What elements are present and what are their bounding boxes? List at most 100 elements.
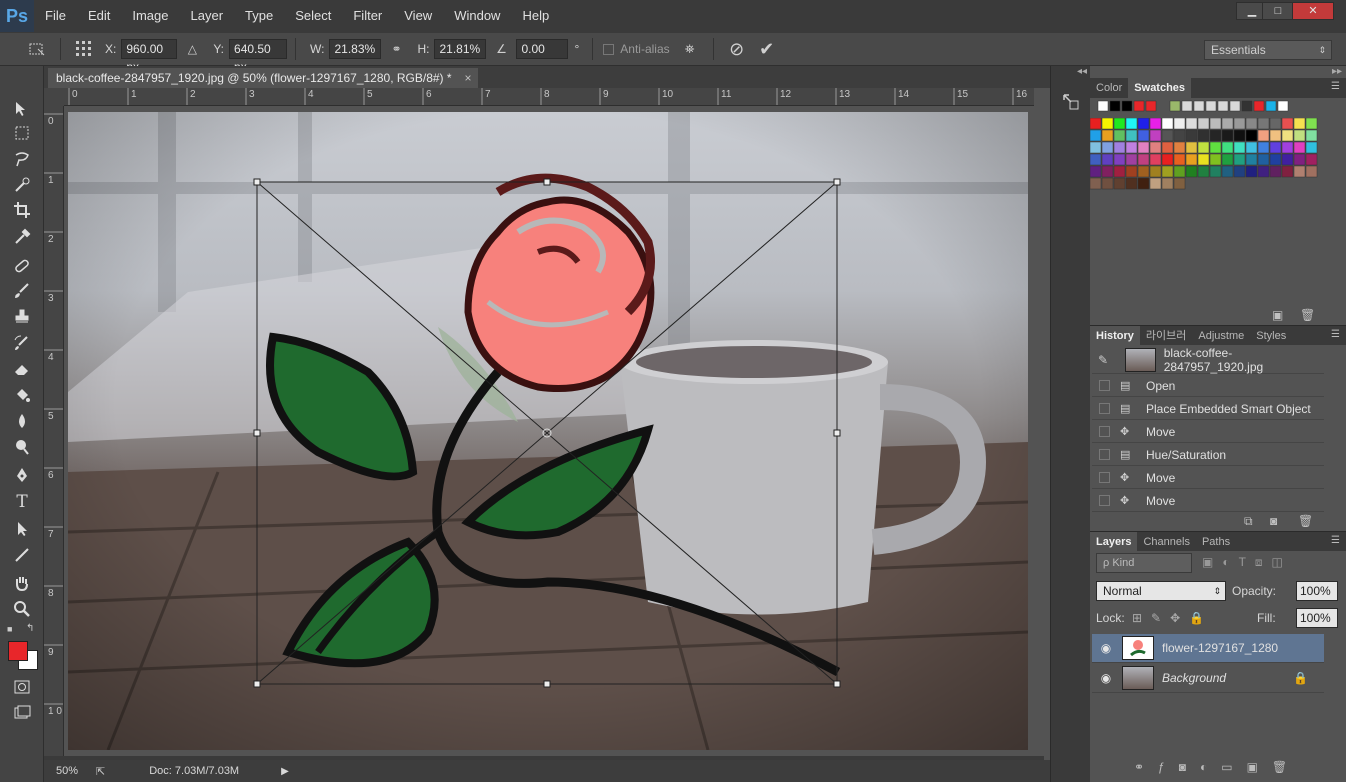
new-swatch-icon[interactable]: ▣ <box>1272 308 1283 322</box>
tab-channels[interactable]: Channels <box>1137 532 1195 551</box>
history-checkbox[interactable] <box>1099 472 1110 483</box>
menu-edit[interactable]: Edit <box>77 0 121 32</box>
collapse-arrows-icon[interactable]: ◂◂ <box>1077 66 1087 77</box>
panel-menu-icon[interactable]: ☰ <box>1331 329 1340 340</box>
y-field[interactable]: 640.50 px <box>229 39 288 74</box>
quick-mask-icon[interactable] <box>11 676 33 698</box>
history-checkbox[interactable] <box>1099 426 1110 437</box>
blur-tool-icon[interactable] <box>11 410 33 432</box>
pen-tool-icon[interactable] <box>11 464 33 486</box>
healing-brush-tool-icon[interactable] <box>11 255 33 277</box>
tab-adjustments[interactable]: Adjustme <box>1192 326 1250 345</box>
tab-layers[interactable]: Layers <box>1090 532 1138 551</box>
menu-layer[interactable]: Layer <box>180 0 235 32</box>
opacity-field[interactable]: 100% <box>1296 581 1338 601</box>
marquee-tool-icon[interactable] <box>11 122 33 144</box>
fill-field[interactable]: 100% <box>1296 608 1338 628</box>
history-state[interactable]: ✥ Move <box>1092 467 1324 489</box>
blend-mode-select[interactable]: Normal ⇕ <box>1096 581 1226 601</box>
height-field[interactable]: 21.81% <box>434 39 487 59</box>
new-document-from-state-icon[interactable]: ⧉ <box>1244 514 1253 529</box>
visibility-eye-icon[interactable]: ◉ <box>1092 641 1120 655</box>
path-select-tool-icon[interactable] <box>11 518 33 540</box>
transform-tool-icon[interactable] <box>26 38 48 60</box>
link-icon[interactable]: ⚭ <box>385 38 407 60</box>
document-tab[interactable]: black-coffee-2847957_1920.jpg @ 50% (flo… <box>48 68 478 88</box>
move-tool-icon[interactable] <box>11 98 33 120</box>
history-checkbox[interactable] <box>1099 403 1110 414</box>
foreground-color-swatch[interactable] <box>8 641 28 661</box>
menu-file[interactable]: File <box>34 0 77 32</box>
delta-icon[interactable]: △ <box>181 38 203 60</box>
tab-history[interactable]: History <box>1090 326 1140 345</box>
menu-view[interactable]: View <box>393 0 443 32</box>
paint-bucket-tool-icon[interactable] <box>11 384 33 406</box>
x-field[interactable]: 960.00 px <box>121 39 178 74</box>
lasso-tool-icon[interactable] <box>11 148 33 170</box>
stamp-tool-icon[interactable] <box>11 306 33 328</box>
antialias-checkbox[interactable] <box>603 43 615 55</box>
document-canvas[interactable] <box>68 112 1028 750</box>
quick-select-tool-icon[interactable] <box>11 174 33 196</box>
close-button[interactable]: ✕ <box>1292 2 1334 20</box>
history-snapshot[interactable]: ✎ black-coffee-2847957_1920.jpg <box>1092 346 1324 374</box>
canvas-area[interactable] <box>64 106 1034 756</box>
menu-filter[interactable]: Filter <box>342 0 393 32</box>
default-colors-icon[interactable]: ■ <box>7 624 12 634</box>
export-icon[interactable]: ⇱ <box>96 765 105 778</box>
visibility-eye-icon[interactable]: ◉ <box>1092 671 1120 685</box>
brush-tool-icon[interactable] <box>11 280 33 302</box>
history-brush-tool-icon[interactable] <box>11 332 33 354</box>
history-checkbox[interactable] <box>1099 449 1110 460</box>
eyedropper-tool-icon[interactable] <box>11 226 33 248</box>
zoom-level[interactable]: 50% <box>56 765 92 777</box>
hand-tool-icon[interactable] <box>11 572 33 594</box>
layer-filter-icons[interactable]: ▣◐T⧈◫ <box>1202 555 1292 570</box>
lock-icons[interactable]: ⊞✎✥🔒 <box>1132 611 1213 625</box>
tab-paths[interactable]: Paths <box>1196 532 1236 551</box>
expand-arrows-icon[interactable]: ▸▸ <box>1332 66 1342 77</box>
zoom-tool-icon[interactable] <box>11 598 33 620</box>
layer-filter-select[interactable]: ρ Kind <box>1096 553 1192 573</box>
properties-panel-icon[interactable] <box>1061 92 1083 114</box>
history-brush-icon[interactable]: ✎ <box>1098 353 1117 367</box>
panel-menu-icon[interactable]: ☰ <box>1331 81 1340 92</box>
menu-image[interactable]: Image <box>121 0 179 32</box>
tab-color[interactable]: Color <box>1090 78 1128 98</box>
layer-row[interactable]: ◉ flower-1297167_1280 <box>1092 634 1324 663</box>
history-state[interactable]: ✥ Move <box>1092 421 1324 443</box>
swap-colors-icon[interactable]: ↰ <box>26 623 34 634</box>
angle-field[interactable]: 0.00 <box>516 39 569 59</box>
layer-row[interactable]: ◉ Background 🔒 <box>1092 664 1324 693</box>
history-state[interactable]: ▤ Place Embedded Smart Object <box>1092 398 1324 420</box>
menu-type[interactable]: Type <box>234 0 284 32</box>
line-tool-icon[interactable] <box>11 544 33 566</box>
history-state[interactable]: ✥ Move <box>1092 490 1324 512</box>
tab-styles[interactable]: Styles <box>1250 326 1292 345</box>
crop-tool-icon[interactable] <box>11 199 33 221</box>
menu-window[interactable]: Window <box>443 0 511 32</box>
commit-transform-icon[interactable]: ✔ <box>756 38 778 60</box>
status-menu-arrow-icon[interactable]: ▶ <box>281 766 289 777</box>
layers-footer-icons[interactable]: ⚭ƒ◙◐▭▣🗑 <box>1134 760 1301 774</box>
panel-menu-icon[interactable]: ☰ <box>1331 535 1340 546</box>
history-checkbox[interactable] <box>1099 495 1110 506</box>
maximize-button[interactable]: □ <box>1262 2 1294 20</box>
dodge-tool-icon[interactable] <box>11 436 33 458</box>
menu-select[interactable]: Select <box>284 0 342 32</box>
swatch-grid[interactable] <box>1089 100 1320 240</box>
history-state[interactable]: ▤ Open <box>1092 375 1324 397</box>
type-tool-icon[interactable]: T <box>11 491 33 513</box>
swatch-rows[interactable] <box>1089 117 1320 209</box>
history-checkbox[interactable] <box>1099 380 1110 391</box>
history-state[interactable]: ▤ Hue/Saturation <box>1092 444 1324 466</box>
width-field[interactable]: 21.83% <box>329 39 382 59</box>
menu-help[interactable]: Help <box>511 0 560 32</box>
delete-swatch-icon[interactable]: 🗑 <box>1300 308 1315 322</box>
close-tab-icon[interactable]: × <box>465 68 472 88</box>
reference-point-icon[interactable] <box>73 38 95 60</box>
workspace-select[interactable]: Essentials ⇕ <box>1204 40 1332 60</box>
delete-state-icon[interactable]: 🗑 <box>1298 514 1313 528</box>
screen-mode-icon[interactable] <box>11 702 33 724</box>
warp-icon[interactable]: ⛯ <box>679 38 701 60</box>
